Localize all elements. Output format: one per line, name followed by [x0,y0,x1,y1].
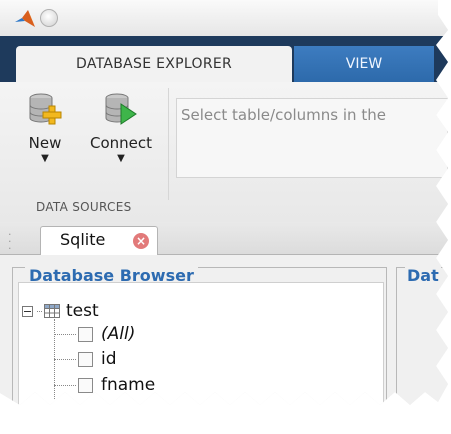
tree-table-label: test [66,301,99,321]
collapse-toggle-icon[interactable] [22,305,33,317]
database-browser-panel: Database Browser test (All) id fname [12,266,387,405]
selection-sql-box[interactable]: Select table/columns in the [176,98,448,178]
connect-button-label: Connect [89,134,153,152]
tree-connector [37,310,42,312]
database-tree: test (All) id fname [18,282,384,405]
app-window: DATABASE EXPLORER VIEW New ▼ Connect ▼ S… [0,0,448,405]
tab-view[interactable]: VIEW [294,46,434,82]
tree-column-label: (All) [101,324,136,344]
checkbox[interactable] [78,326,93,342]
new-button-label: New [28,134,62,152]
tree-column-label: fname [101,375,156,395]
window-control-button[interactable] [40,9,58,27]
document-tab-bar: · · · Sqlite × [0,222,448,256]
close-icon[interactable]: × [133,233,149,249]
tree-connector [54,334,76,335]
grip-handle-icon[interactable]: · · · [8,229,12,254]
toolstrip-tab-bar: DATABASE EXPLORER VIEW [0,36,448,82]
new-button[interactable]: New ▼ [10,92,80,164]
database-connect-icon [105,93,137,125]
tree-connector [54,385,76,386]
data-preview-panel: Dat [396,266,448,405]
checkbox[interactable] [78,377,93,393]
tab-sqlite[interactable]: Sqlite × [40,226,158,256]
tree-node-table[interactable]: test [22,300,99,322]
new-dropdown-arrow-icon[interactable]: ▼ [10,153,80,164]
tree-node-column[interactable]: id [78,348,117,370]
tree-column-label: id [101,349,117,369]
content-area: Database Browser test (All) id fname Dat [0,255,448,405]
tab-sqlite-label: Sqlite [60,230,106,249]
title-bar [0,0,448,37]
database-plus-icon [29,93,62,125]
tree-node-column[interactable]: (All) [78,323,135,345]
connect-button[interactable]: Connect ▼ [86,92,156,164]
tree-connector [54,359,76,360]
connect-dropdown-arrow-icon[interactable]: ▼ [86,153,156,164]
tab-database-explorer[interactable]: DATABASE EXPLORER [16,46,292,82]
table-icon [44,304,60,318]
checkbox[interactable] [78,351,93,367]
selection-placeholder: Select table/columns in the [181,106,386,124]
tree-node-column[interactable]: fname [78,374,155,396]
section-label-data-sources: DATA SOURCES [36,200,132,214]
matlab-logo-icon [15,10,35,27]
data-preview-title: Dat [405,266,441,285]
toolstrip-separator [168,88,169,200]
toolstrip: New ▼ Connect ▼ Select table/columns in … [0,82,448,223]
